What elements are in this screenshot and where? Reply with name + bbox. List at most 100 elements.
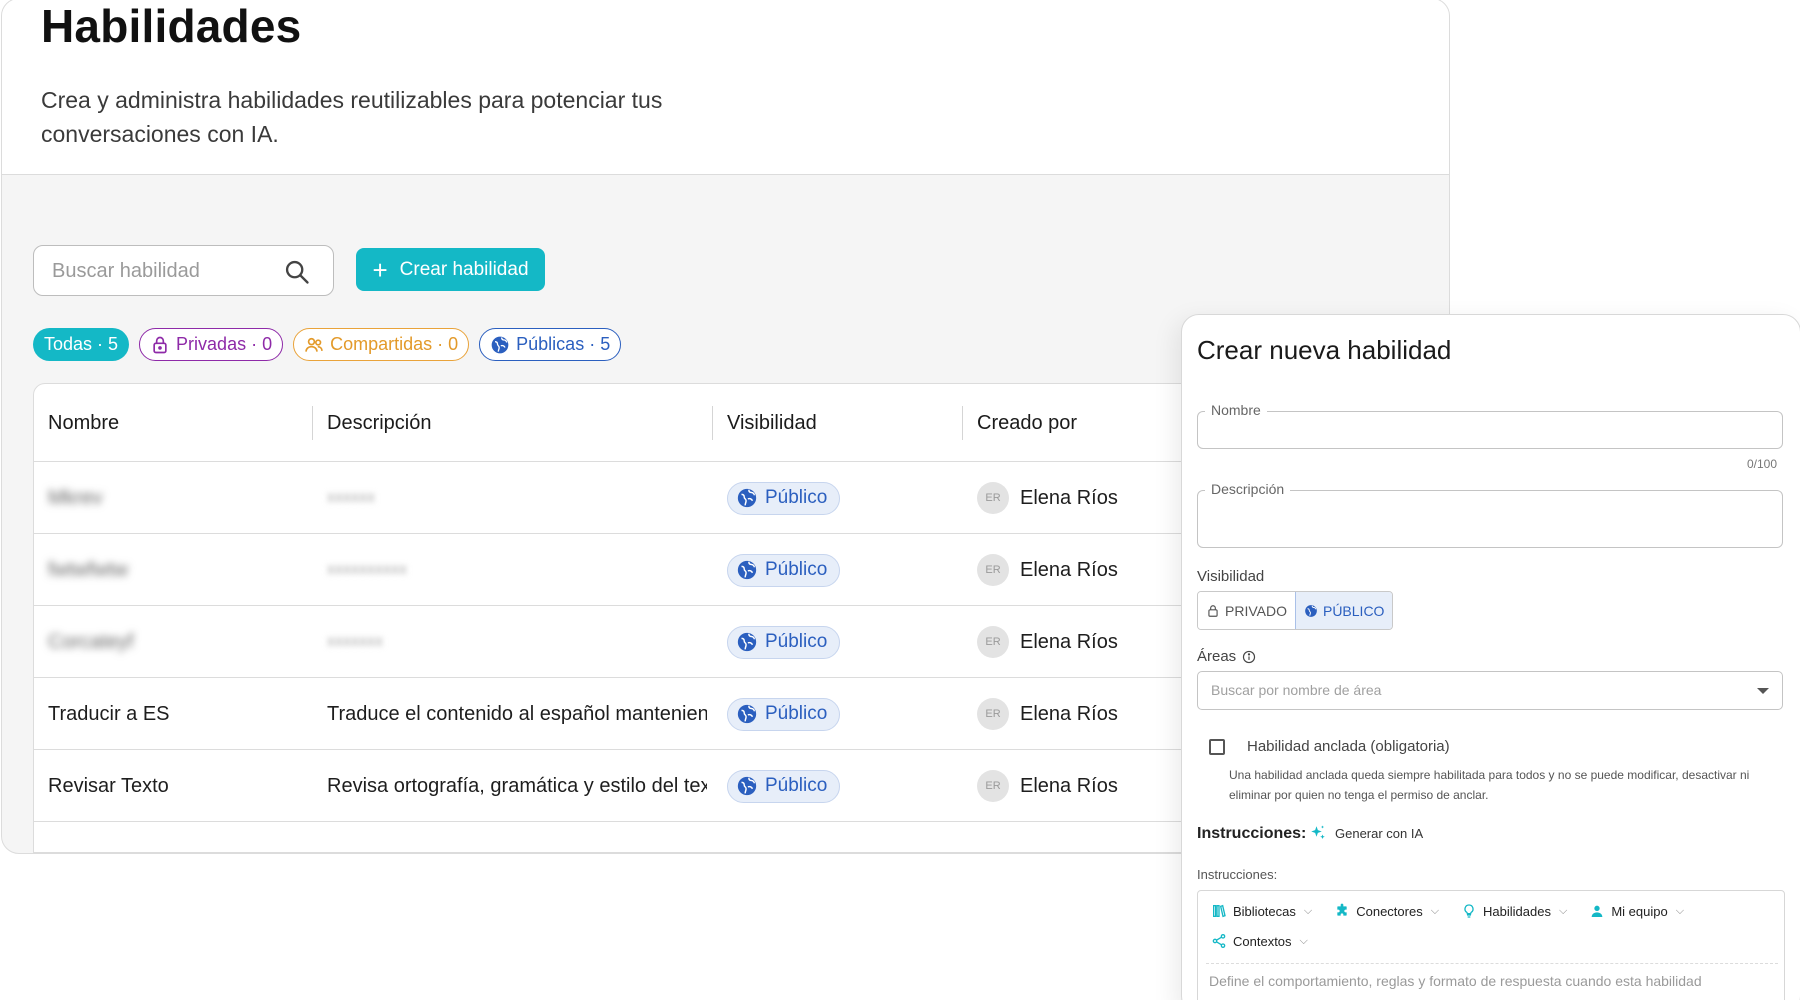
visibility-badge: Público bbox=[727, 697, 841, 731]
chevron-down-icon: ⌵ bbox=[1303, 904, 1313, 917]
globe-icon bbox=[737, 560, 757, 580]
row-name: Traducir a ES bbox=[48, 702, 170, 725]
visibility-private-option[interactable]: PRIVADO bbox=[1198, 592, 1295, 629]
toolbar-bibliotecas[interactable]: Bibliotecas ⌵ bbox=[1211, 901, 1312, 921]
page-header: Habilidades Crea y administra habilidade… bbox=[2, 0, 1449, 175]
info-icon[interactable] bbox=[1242, 650, 1256, 664]
filter-compartidas[interactable]: Compartidas · 0 bbox=[293, 328, 470, 361]
name-label: Nombre bbox=[1205, 402, 1267, 418]
visibility-label: Visibilidad bbox=[1197, 568, 1265, 585]
toolbar-contextos[interactable]: Contextos ⌵ bbox=[1211, 931, 1308, 951]
filter-publicas[interactable]: Públicas · 5 bbox=[479, 328, 622, 361]
pinned-checkbox[interactable] bbox=[1209, 739, 1225, 755]
pinned-help-text: Una habilidad anclada queda siempre habi… bbox=[1229, 768, 1750, 802]
column-header-description[interactable]: Descripción bbox=[327, 384, 431, 462]
row-visibility: Público bbox=[727, 606, 841, 678]
toolbar-mi-equipo[interactable]: Mi equipo ⌵ bbox=[1589, 901, 1684, 921]
row-visibility: Público bbox=[727, 750, 841, 822]
chevron-down-icon: ⌵ bbox=[1299, 934, 1308, 947]
row-description: xxxxxxxxxx bbox=[327, 561, 407, 578]
toolbar-conectores[interactable]: Conectores ⌵ bbox=[1334, 901, 1439, 921]
areas-label: Áreas bbox=[1197, 648, 1237, 665]
filter-privadas-label: Privadas · 0 bbox=[176, 334, 273, 354]
instructions-small-label: Instrucciones: bbox=[1197, 867, 1278, 882]
avatar: ER bbox=[977, 698, 1009, 730]
column-divider[interactable] bbox=[712, 406, 713, 440]
filter-todas[interactable]: Todas · 5 bbox=[33, 328, 130, 361]
panel-title: Crear nueva habilidad bbox=[1197, 335, 1452, 365]
lock-icon bbox=[1208, 604, 1218, 617]
instructions-editor[interactable]: Bibliotecas ⌵ Conectores ⌵ Habilidades ⌵ Mi… bbox=[1197, 890, 1785, 1000]
toolbar-conectores-label: Conectores bbox=[1356, 903, 1423, 919]
column-divider[interactable] bbox=[962, 406, 963, 440]
row-visibility: Público bbox=[727, 678, 841, 750]
column-divider[interactable] bbox=[312, 406, 313, 440]
visibility-badge: Público bbox=[727, 553, 841, 587]
toolbar-habilidades[interactable]: Habilidades ⌵ bbox=[1461, 901, 1567, 921]
areas-label-row: Áreas bbox=[1197, 648, 1256, 665]
visibility-badge-label: Público bbox=[765, 631, 828, 652]
puzzle-icon bbox=[1337, 903, 1347, 916]
visibility-badge-label: Público bbox=[765, 559, 828, 580]
creator-name: Elena Ríos bbox=[1020, 558, 1118, 581]
row-description: xxxxxxx bbox=[327, 633, 383, 650]
areas-select[interactable]: Buscar por nombre de área bbox=[1197, 671, 1783, 710]
description-field[interactable] bbox=[1197, 490, 1783, 548]
globe-icon bbox=[737, 776, 757, 796]
row-name: Mkrev bbox=[48, 486, 103, 509]
page-title: Habilidades bbox=[41, 0, 302, 52]
toolbar-divider bbox=[1206, 963, 1778, 964]
search-box[interactable] bbox=[33, 245, 334, 296]
description-label: Descripción bbox=[1205, 481, 1291, 497]
editor-placeholder: Define el comportamiento, reglas y forma… bbox=[1209, 973, 1702, 989]
chevron-down-icon: ⌵ bbox=[1558, 904, 1568, 917]
people-icon bbox=[305, 337, 323, 352]
chevron-down-icon: ⌵ bbox=[1430, 904, 1440, 917]
generate-ai-button[interactable]: Generar con IA bbox=[1309, 824, 1423, 842]
plus-icon: + bbox=[372, 254, 388, 285]
search-input[interactable] bbox=[52, 258, 272, 284]
row-name: Revisar Texto bbox=[48, 774, 169, 797]
globe-icon bbox=[737, 488, 757, 508]
instructions-title: Instrucciones: bbox=[1197, 825, 1307, 842]
row-creator: ER Elena Ríos bbox=[977, 678, 1118, 750]
globe-icon bbox=[737, 632, 757, 652]
row-creator: ER Elena Ríos bbox=[977, 534, 1118, 606]
toolbar-contextos-label: Contextos bbox=[1233, 933, 1292, 949]
column-header-creator[interactable]: Creado por bbox=[977, 384, 1077, 462]
search-icon[interactable] bbox=[283, 258, 311, 286]
filter-todas-label: Todas · 5 bbox=[44, 334, 119, 354]
person-icon bbox=[1591, 905, 1603, 917]
create-skill-panel: Crear nueva habilidad Nombre 0/100 Descr… bbox=[1181, 314, 1800, 1000]
books-icon bbox=[1213, 904, 1226, 918]
avatar: ER bbox=[977, 626, 1009, 658]
row-description: Revisa ortografía, gramática y estilo de… bbox=[327, 774, 707, 797]
row-name: Corcateyf bbox=[48, 630, 134, 653]
lock-icon bbox=[153, 336, 167, 353]
row-visibility: Público bbox=[727, 462, 841, 534]
row-description: Traduce el contenido al español mantenie… bbox=[327, 702, 707, 725]
row-description: xxxxxx bbox=[327, 489, 375, 506]
column-header-name[interactable]: Nombre bbox=[48, 384, 119, 462]
row-creator: ER Elena Ríos bbox=[977, 606, 1118, 678]
visibility-badge: Público bbox=[727, 769, 841, 803]
visibility-toggle: PRIVADO PÚBLICO bbox=[1197, 591, 1394, 630]
visibility-badge: Público bbox=[727, 625, 841, 659]
visibility-public-option[interactable]: PÚBLICO bbox=[1294, 592, 1393, 629]
row-visibility: Público bbox=[727, 534, 841, 606]
create-skill-button[interactable]: + Crear habilidad bbox=[356, 248, 545, 291]
editor-toolbar: Bibliotecas ⌵ Conectores ⌵ Habilidades ⌵ Mi… bbox=[1211, 901, 1771, 951]
name-field[interactable] bbox=[1197, 411, 1783, 449]
creator-name: Elena Ríos bbox=[1020, 486, 1118, 509]
filter-compartidas-label: Compartidas · 0 bbox=[330, 334, 459, 354]
avatar: ER bbox=[977, 554, 1009, 586]
visibility-private-label: PRIVADO bbox=[1225, 602, 1287, 619]
share-nodes-icon bbox=[1212, 934, 1226, 948]
column-header-visibility[interactable]: Visibilidad bbox=[727, 384, 817, 462]
sparkle-icon bbox=[1311, 825, 1325, 839]
toolbar-habilidades-label: Habilidades bbox=[1483, 903, 1551, 919]
pinned-label: Habilidad anclada (obligatoria) bbox=[1247, 738, 1450, 755]
visibility-badge-label: Público bbox=[765, 775, 828, 796]
filter-privadas[interactable]: Privadas · 0 bbox=[139, 328, 284, 361]
row-name: fwtwfwtw bbox=[48, 558, 128, 581]
